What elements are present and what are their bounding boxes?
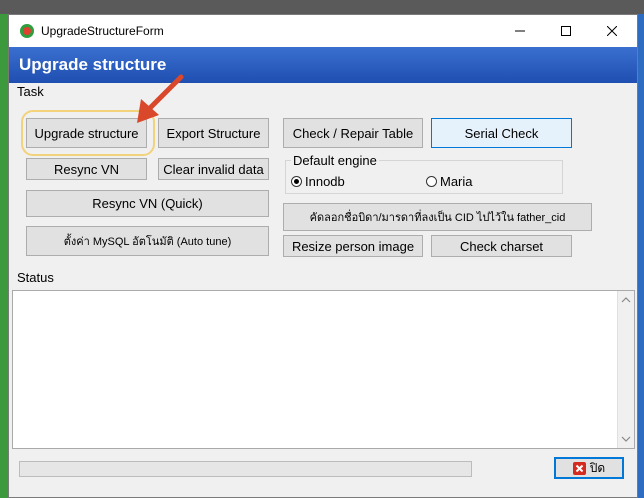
engine-option-innodb[interactable]: Innodb xyxy=(291,174,345,189)
clear-invalid-data-button[interactable]: Clear invalid data xyxy=(158,158,269,180)
annotation-arrow-icon xyxy=(137,74,184,123)
desktop-tile xyxy=(0,14,8,498)
desktop-tile xyxy=(638,14,644,498)
scroll-up-icon xyxy=(621,297,631,303)
status-scrollbar[interactable] xyxy=(617,291,634,448)
copy-father-cid-button[interactable]: คัดลอกชื่อบิดา/มารดาที่ลงเป็น CID ไปไว้ใ… xyxy=(283,203,592,231)
engine-option-label: Maria xyxy=(440,174,473,189)
radio-checked-icon xyxy=(291,176,302,187)
maximize-icon xyxy=(561,26,571,36)
resync-vn-quick-button[interactable]: Resync VN (Quick) xyxy=(26,190,269,217)
check-repair-table-button[interactable]: Check / Repair Table xyxy=(283,118,423,148)
close-x-icon xyxy=(572,461,586,475)
app-icon xyxy=(20,24,34,38)
form-header: Upgrade structure xyxy=(9,47,637,83)
close-button-label: ปิด xyxy=(589,460,606,475)
check-charset-button[interactable]: Check charset xyxy=(431,235,572,257)
default-engine-label: Default engine xyxy=(291,153,379,168)
task-group-label: Task xyxy=(17,84,44,99)
maximize-button[interactable] xyxy=(543,15,589,47)
desktop-tile xyxy=(0,0,644,14)
resync-vn-button[interactable]: Resync VN xyxy=(26,158,147,180)
minimize-button[interactable] xyxy=(497,15,543,47)
title-bar: UpgradeStructureForm xyxy=(9,15,637,47)
window-title: UpgradeStructureForm xyxy=(41,24,164,38)
engine-option-label: Innodb xyxy=(305,174,345,189)
close-window-button[interactable] xyxy=(589,15,635,47)
engine-option-maria[interactable]: Maria xyxy=(426,174,473,189)
mysql-auto-tune-button[interactable]: ตั้งค่า MySQL อัตโนมัติ (Auto tune) xyxy=(26,226,269,256)
resize-person-image-button[interactable]: Resize person image xyxy=(283,235,423,257)
radio-unchecked-icon xyxy=(426,176,437,187)
close-icon xyxy=(607,26,617,36)
serial-check-button[interactable]: Serial Check xyxy=(431,118,572,148)
scroll-down-icon xyxy=(621,436,631,442)
status-textbox[interactable] xyxy=(12,290,635,449)
close-button[interactable]: ปิด xyxy=(554,457,624,479)
status-group-label: Status xyxy=(17,270,54,285)
upgrade-structure-window: UpgradeStructureForm Upgrade structure T… xyxy=(8,14,638,498)
progress-bar xyxy=(19,461,472,477)
minimize-icon xyxy=(515,30,525,32)
